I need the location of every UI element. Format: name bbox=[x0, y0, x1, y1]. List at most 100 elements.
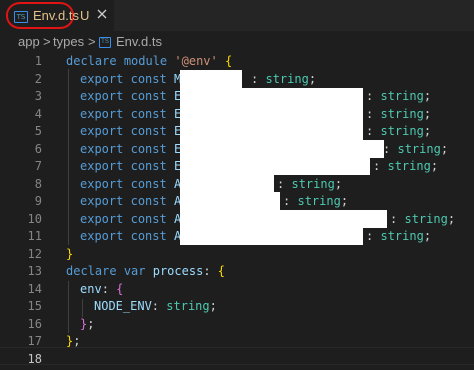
keyword: export bbox=[80, 194, 124, 208]
punctuation: ; bbox=[447, 211, 456, 226]
punctuation: : bbox=[366, 106, 374, 121]
line-number: 11 bbox=[27, 229, 42, 243]
tab-bar: TS Env.d.ts U bbox=[0, 0, 474, 31]
indent-guide bbox=[68, 281, 69, 333]
bracket: } bbox=[66, 246, 74, 261]
punctuation: : bbox=[101, 281, 109, 296]
keyword: export bbox=[80, 211, 124, 226]
type-name: string bbox=[404, 211, 448, 226]
code-line-6-tail: : string; bbox=[383, 141, 448, 159]
punctuation: ; bbox=[334, 176, 343, 191]
redaction-box bbox=[180, 157, 370, 175]
line-number: 14 bbox=[27, 281, 42, 296]
keyword: const bbox=[130, 106, 167, 121]
keyword: export bbox=[80, 89, 124, 103]
breadcrumb-app[interactable]: app bbox=[18, 34, 40, 49]
breadcrumb-separator: > bbox=[88, 34, 96, 49]
code-line-6: export const E bbox=[80, 141, 181, 159]
code-line-8: export const A bbox=[80, 176, 181, 194]
tab-filename: Env.d.ts bbox=[33, 8, 80, 23]
bracket: { bbox=[217, 264, 226, 278]
keyword: export bbox=[80, 159, 124, 173]
code-line-2: export const M bbox=[80, 71, 181, 89]
punctuation: ; bbox=[423, 89, 432, 103]
keyword: const bbox=[130, 71, 167, 86]
type-name: string bbox=[380, 229, 424, 243]
line-number: 3 bbox=[34, 89, 42, 103]
punctuation: : bbox=[390, 211, 398, 226]
variable-name: process bbox=[152, 264, 204, 278]
close-icon[interactable] bbox=[95, 7, 109, 21]
line-number: 8 bbox=[34, 176, 42, 191]
indent-guide bbox=[68, 69, 69, 245]
code-line-11-tail: : string; bbox=[366, 228, 431, 246]
code-line-17: }; bbox=[66, 333, 80, 351]
keyword: export bbox=[80, 176, 124, 191]
bracket: { bbox=[225, 54, 233, 68]
redaction-box bbox=[180, 227, 363, 245]
code-line-3-tail: : string; bbox=[366, 88, 431, 106]
code-line-8-tail: : string; bbox=[277, 176, 342, 194]
line-number: 13 bbox=[27, 264, 42, 278]
line-number: 5 bbox=[34, 124, 42, 138]
keyword: const bbox=[130, 211, 167, 226]
line-number: 6 bbox=[34, 141, 42, 156]
code-line-12: } bbox=[66, 246, 73, 264]
punctuation: ; bbox=[308, 71, 317, 86]
code-line-3: export const E bbox=[80, 88, 181, 106]
redaction-box bbox=[180, 140, 384, 158]
punctuation: : bbox=[366, 124, 374, 138]
keyword: const bbox=[130, 194, 167, 208]
punctuation: ; bbox=[73, 334, 81, 348]
punctuation: : bbox=[251, 71, 259, 86]
keyword: var bbox=[123, 264, 146, 278]
breadcrumb-types[interactable]: types bbox=[53, 34, 84, 49]
untracked-status-badge: U bbox=[80, 8, 90, 23]
punctuation: ; bbox=[209, 299, 217, 313]
punctuation: : bbox=[283, 194, 291, 208]
punctuation: ; bbox=[423, 106, 432, 121]
type-name: string bbox=[166, 299, 210, 313]
code-line-9: export const A bbox=[80, 193, 181, 211]
code-line-4-tail: : string; bbox=[366, 106, 431, 124]
punctuation: ; bbox=[340, 194, 349, 208]
property-name: env bbox=[80, 281, 102, 296]
keyword: const bbox=[130, 124, 167, 138]
code-editor[interactable]: 1 2 3 4 5 6 7 8 9 10 11 12 13 14 15 16 1… bbox=[0, 53, 474, 370]
code-line-9-tail: : string; bbox=[283, 193, 348, 211]
code-line-11: export const A bbox=[80, 228, 181, 246]
keyword: export bbox=[80, 229, 124, 243]
redaction-box bbox=[180, 192, 280, 210]
code-line-5-tail: : string; bbox=[366, 123, 431, 141]
property-name: NODE_ENV bbox=[94, 299, 152, 313]
code-line-13: declare var process: { bbox=[66, 263, 225, 281]
typescript-file-icon: TS bbox=[99, 37, 111, 48]
keyword: const bbox=[130, 89, 167, 103]
code-line-4: export const E bbox=[80, 106, 181, 124]
keyword: export bbox=[80, 141, 124, 156]
code-line-7-tail: : string; bbox=[373, 158, 438, 176]
code-line-10-tail: : string; bbox=[390, 211, 455, 229]
keyword: const bbox=[130, 141, 167, 156]
indent-guide bbox=[82, 299, 83, 317]
redaction-box bbox=[180, 105, 363, 123]
line-number: 17 bbox=[27, 334, 42, 348]
punctuation: ; bbox=[87, 316, 95, 331]
typescript-file-icon: TS bbox=[14, 11, 28, 23]
redaction-box bbox=[180, 175, 274, 193]
code-line-2-tail: : string; bbox=[251, 71, 316, 89]
punctuation: : bbox=[366, 89, 374, 103]
breadcrumb-file[interactable]: Env.d.ts bbox=[116, 34, 162, 49]
keyword: export bbox=[80, 124, 124, 138]
line-number: 2 bbox=[34, 71, 42, 86]
punctuation: : bbox=[373, 159, 381, 173]
code-line-14: env: { bbox=[80, 281, 123, 299]
type-name: string bbox=[380, 106, 424, 121]
type-name: string bbox=[297, 194, 341, 208]
string-literal: '@env' bbox=[174, 54, 218, 68]
tab-env-d-ts[interactable]: TS Env.d.ts U bbox=[0, 0, 114, 31]
keyword: module bbox=[123, 54, 168, 68]
type-name: string bbox=[291, 176, 335, 191]
keyword: export bbox=[80, 106, 124, 121]
keyword: const bbox=[130, 229, 167, 243]
